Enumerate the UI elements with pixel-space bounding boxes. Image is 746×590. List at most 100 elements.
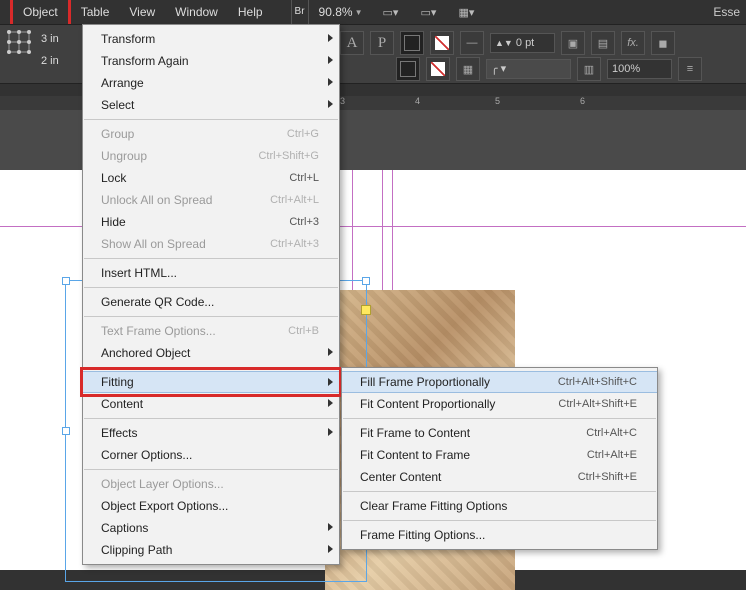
menu-item-label: Content xyxy=(101,397,319,411)
object-menu-item-show-all-on-spread: Show All on SpreadCtrl+Alt+3 xyxy=(83,233,339,255)
menu-separator xyxy=(84,287,338,288)
object-menu-item-effects[interactable]: Effects xyxy=(83,422,339,444)
menu-separator xyxy=(343,491,656,492)
menu-separator xyxy=(84,418,338,419)
opacity-field[interactable]: 100% xyxy=(607,59,672,79)
bridge-button[interactable]: Br xyxy=(291,0,309,25)
object-menu-item-lock[interactable]: LockCtrl+L xyxy=(83,167,339,189)
menu-item-shortcut: Ctrl+G xyxy=(287,128,319,140)
drop-shadow-icon[interactable]: ◼ xyxy=(651,31,675,55)
reference-point-icon[interactable] xyxy=(6,29,32,55)
object-menu-item-captions[interactable]: Captions xyxy=(83,517,339,539)
text-wrap-bounding-icon[interactable]: ▤ xyxy=(591,31,615,55)
submenu-arrow-icon xyxy=(328,34,333,42)
menu-item-label: Select xyxy=(101,98,319,112)
menu-item-label: Clear Frame Fitting Options xyxy=(360,499,637,513)
object-menu-item-select[interactable]: Select xyxy=(83,94,339,116)
menu-item-label: Unlock All on Spread xyxy=(101,193,240,207)
menu-item-label: Group xyxy=(101,127,257,141)
resize-handle[interactable] xyxy=(62,277,70,285)
menu-item-label: Transform Again xyxy=(101,54,319,68)
submenu-arrow-icon xyxy=(328,523,333,531)
menu-item-shortcut: Ctrl+Alt+3 xyxy=(270,238,319,250)
stroke-weight-field[interactable]: ▲▼ 0 pt xyxy=(490,33,555,53)
zoom-level[interactable]: 90.8% xyxy=(319,5,353,19)
screen-mode-icon[interactable]: ▭▾ xyxy=(419,3,439,21)
submenu-arrow-icon xyxy=(328,399,333,407)
content-grabber-icon[interactable] xyxy=(361,305,371,315)
stroke-style-icon[interactable]: — xyxy=(460,31,484,55)
menu-item-label: Fill Frame Proportionally xyxy=(360,375,528,389)
text-wrap-none-icon[interactable]: ▣ xyxy=(561,31,585,55)
workspace-label[interactable]: Esse xyxy=(713,0,740,24)
menu-table[interactable]: Table xyxy=(71,0,120,24)
ruler-tick: 4 xyxy=(415,96,420,106)
menu-item-shortcut: Ctrl+Alt+Shift+E xyxy=(558,398,637,410)
fitting-menu-item-center-content[interactable]: Center Content Ctrl+Shift+E xyxy=(342,466,657,488)
object-menu-item-fitting[interactable]: Fitting xyxy=(83,371,339,393)
submenu-arrow-icon xyxy=(328,545,333,553)
arrange-documents-icon[interactable]: ▦▾ xyxy=(457,3,477,21)
stroke-swatch-icon[interactable] xyxy=(430,31,454,55)
object-menu-item-transform-again[interactable]: Transform Again xyxy=(83,50,339,72)
menu-separator xyxy=(84,316,338,317)
chevron-down-icon[interactable]: ▼ xyxy=(355,8,363,17)
menu-item-shortcut: Ctrl+Alt+E xyxy=(587,449,637,461)
menu-object[interactable]: Object xyxy=(10,0,71,27)
menu-separator xyxy=(84,469,338,470)
fitting-menu-item-clear-frame-fitting-options[interactable]: Clear Frame Fitting Options xyxy=(342,495,657,517)
fitting-menu-item-fill-frame-proportionally[interactable]: Fill Frame Proportionally Ctrl+Alt+Shift+… xyxy=(342,371,657,393)
object-menu-item-hide[interactable]: HideCtrl+3 xyxy=(83,211,339,233)
view-options-icon[interactable]: ▭▾ xyxy=(381,3,401,21)
object-menu: Transform Transform Again Arrange Select Gro… xyxy=(82,24,340,565)
character-formatting-icon[interactable]: A xyxy=(340,31,364,55)
fitting-menu-item-frame-fitting-options[interactable]: Frame Fitting Options... xyxy=(342,524,657,546)
effects-icon[interactable]: fx. xyxy=(621,31,645,55)
submenu-arrow-icon xyxy=(328,378,333,386)
no-stroke-icon[interactable] xyxy=(426,57,450,81)
object-menu-item-object-export-options[interactable]: Object Export Options... xyxy=(83,495,339,517)
resize-handle[interactable] xyxy=(362,277,370,285)
menu-separator xyxy=(343,418,656,419)
menu-item-shortcut: Ctrl+Shift+E xyxy=(578,471,637,483)
menu-help[interactable]: Help xyxy=(228,0,273,24)
object-menu-item-generate-qr-code[interactable]: Generate QR Code... xyxy=(83,291,339,313)
object-menu-item-content[interactable]: Content xyxy=(83,393,339,415)
menu-item-label: Generate QR Code... xyxy=(101,295,319,309)
object-menu-item-clipping-path[interactable]: Clipping Path xyxy=(83,539,339,561)
object-menu-item-insert-html[interactable]: Insert HTML... xyxy=(83,262,339,284)
fill-swatch-icon[interactable] xyxy=(400,31,424,55)
menu-item-shortcut: Ctrl+Alt+C xyxy=(586,427,637,439)
object-menu-item-anchored-object[interactable]: Anchored Object xyxy=(83,342,339,364)
object-menu-item-corner-options[interactable]: Corner Options... xyxy=(83,444,339,466)
corner-options-field[interactable]: ╭ ▾ xyxy=(486,59,571,79)
ruler-tick: 5 xyxy=(495,96,500,106)
menu-item-shortcut: Ctrl+Alt+Shift+C xyxy=(558,376,637,388)
menu-window[interactable]: Window xyxy=(165,0,228,24)
paragraph-formatting-icon[interactable]: P xyxy=(370,31,394,55)
submenu-arrow-icon xyxy=(328,78,333,86)
text-wrap-shape-icon[interactable]: ▥ xyxy=(577,57,601,81)
menu-item-shortcut: Ctrl+Alt+L xyxy=(270,194,319,206)
menu-view[interactable]: View xyxy=(119,0,165,24)
object-menu-item-arrange[interactable]: Arrange xyxy=(83,72,339,94)
menu-item-label: Clipping Path xyxy=(101,543,319,557)
fitting-menu-item-fit-content-to-frame[interactable]: Fit Content to FrameCtrl+Alt+E xyxy=(342,444,657,466)
resize-handle[interactable] xyxy=(62,427,70,435)
gradient-icon[interactable]: ▦ xyxy=(456,57,480,81)
menu-item-label: Text Frame Options... xyxy=(101,324,258,338)
ruler-tick: 3 xyxy=(340,96,345,106)
fitting-menu-item-fit-content-proportionally[interactable]: Fit Content Proportionally Ctrl+Alt+Shift… xyxy=(342,393,657,415)
menu-item-label: Object Export Options... xyxy=(101,499,319,513)
object-menu-item-transform[interactable]: Transform xyxy=(83,28,339,50)
menu-item-label: Transform xyxy=(101,32,319,46)
menu-item-label: Fit Content Proportionally xyxy=(360,397,528,411)
fill-swatch2-icon[interactable] xyxy=(396,57,420,81)
menu-item-label: Center Content xyxy=(360,470,548,484)
more-options-icon[interactable]: ≡ xyxy=(678,57,702,81)
menubar: Object Table View Window Help Br 90.8% ▼… xyxy=(0,0,746,24)
menu-item-label: Arrange xyxy=(101,76,319,90)
menu-item-label: Captions xyxy=(101,521,319,535)
menu-item-label: Corner Options... xyxy=(101,448,319,462)
fitting-menu-item-fit-frame-to-content[interactable]: Fit Frame to ContentCtrl+Alt+C xyxy=(342,422,657,444)
